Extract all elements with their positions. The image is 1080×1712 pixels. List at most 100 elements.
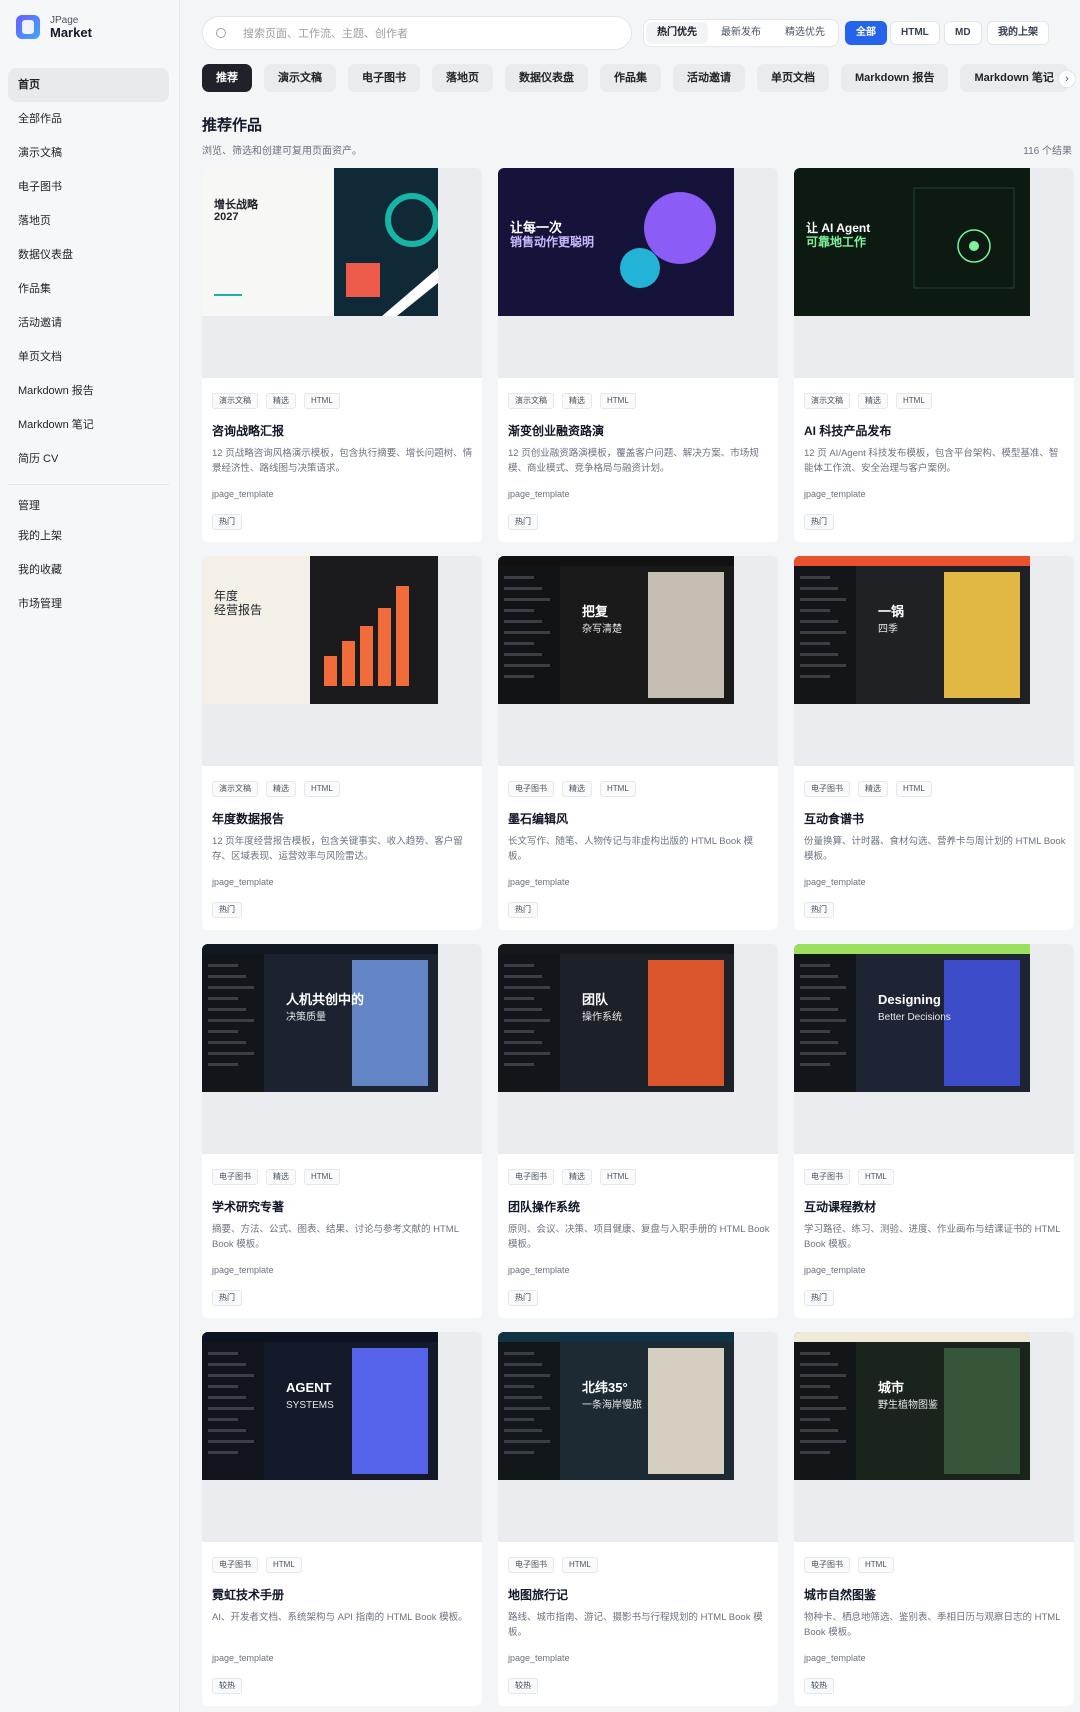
template-card[interactable]: 增长战略 2027 演示文稿 精选 HTML 咨询战略汇报 12 页战略咨询风格演示模板，包… — [202, 168, 482, 542]
card-author[interactable]: jpage_template — [508, 877, 570, 887]
filter-html-button[interactable]: HTML — [890, 21, 940, 45]
filter-md-button[interactable]: MD — [944, 21, 982, 45]
sort-hot-button[interactable]: 热门优先 — [646, 22, 708, 44]
search-input[interactable] — [243, 23, 623, 45]
sidebar-item-dashboards[interactable]: 数据仪表盘 — [8, 238, 169, 272]
chip-portfolio[interactable]: 作品集 — [600, 64, 661, 92]
svg-text:团队: 团队 — [582, 992, 609, 1007]
sidebar-item-all-works[interactable]: 全部作品 — [8, 102, 169, 136]
chip-presentations[interactable]: 演示文稿 — [264, 64, 336, 92]
template-card[interactable]: 团队 操作系统 电子图书 精选 HTML 团队操作系统 原则、会议、决策、项目健康、复盘与入… — [498, 944, 778, 1318]
card-tag: HTML — [562, 1557, 598, 1573]
card-author[interactable]: jpage_template — [508, 1265, 570, 1275]
template-card[interactable]: 城市 野生植物图鉴 电子图书 HTML 城市自然图鉴 物种卡、栖息地筛选、鉴别表、季相日历… — [794, 1332, 1074, 1706]
chip-md-reports[interactable]: Markdown 报告 — [841, 64, 949, 92]
card-badge: 热门 — [804, 514, 834, 530]
card-badge: 热门 — [804, 902, 834, 918]
sidebar: JPage Market 首页 全部作品 演示文稿 电子图书 落地页 数据仪表盘… — [0, 0, 180, 1712]
card-tag: HTML — [304, 781, 340, 797]
sidebar-item-portfolio[interactable]: 作品集 — [8, 272, 169, 306]
card-tag: 电子图书 — [804, 1557, 850, 1573]
template-card[interactable]: 年度 经营报告演示文稿 精选 HTML 年度数据报告 12 页年度经营报告模板，包含关键事… — [202, 556, 482, 930]
card-author[interactable]: jpage_template — [212, 1653, 274, 1663]
card-badge: 较热 — [212, 1678, 242, 1694]
svg-text:增长战略: 增长战略 — [214, 197, 259, 211]
card-tags: 电子图书 HTML — [804, 1169, 894, 1185]
card-badge: 热门 — [508, 902, 538, 918]
card-author[interactable]: jpage_template — [804, 1653, 866, 1663]
card-author[interactable]: jpage_template — [212, 877, 274, 887]
page-subtitle: 浏览、筛选和创建可复用页面资产。 — [202, 146, 362, 157]
sidebar-item-single-docs[interactable]: 单页文档 — [8, 340, 169, 374]
card-preview[interactable]: 让 AI Agent 可靠地工作 — [794, 168, 1074, 378]
template-card[interactable]: 把复 杂写清楚 电子图书 精选 HTML 墨石编辑风 长文写作、随笔、人物传记与非虚构出版的… — [498, 556, 778, 930]
card-desc: 12 页年度经营报告模板，包含关键事实、收入趋势、客户留存、区域表现、运营效率与… — [212, 836, 463, 862]
svg-text:经营报告: 经营报告 — [214, 602, 262, 617]
card-title: 互动课程教材 — [804, 1200, 877, 1214]
sidebar-item-my-listings[interactable]: 我的上架 — [8, 519, 169, 553]
card-preview[interactable]: 让每一次 销售动作更聪明 — [498, 168, 778, 378]
sort-featured-button[interactable]: 精选优先 — [774, 22, 836, 44]
card-author[interactable]: jpage_template — [508, 489, 570, 499]
template-card[interactable]: 北纬35° 一条海岸慢旅 电子图书 HTML 地图旅行记 路线、城市指南、游记、摄影书与行… — [498, 1332, 778, 1706]
chip-single-docs[interactable]: 单页文档 — [757, 64, 829, 92]
chip-ebooks[interactable]: 电子图书 — [348, 64, 420, 92]
card-author[interactable]: jpage_template — [804, 877, 866, 887]
sidebar-item-presentations[interactable]: 演示文稿 — [8, 136, 169, 170]
sidebar-item-market-admin[interactable]: 市场管理 — [8, 587, 169, 621]
card-tags: 演示文稿 精选 HTML — [212, 781, 340, 797]
card-title: 墨石编辑风 — [508, 812, 569, 826]
sidebar-item-my-favorites[interactable]: 我的收藏 — [8, 553, 169, 587]
sidebar-item-home[interactable]: 首页 — [8, 68, 169, 102]
brand[interactable]: JPage Market — [16, 15, 92, 39]
card-preview[interactable]: 把复 杂写清楚 — [498, 556, 778, 766]
card-preview[interactable]: Designing Better Decisions — [794, 944, 1074, 1154]
template-card[interactable]: AGENT SYSTEMS 电子图书 HTML 霓虹技术手册 AI、开发者文档、系统架构与… — [202, 1332, 482, 1706]
card-preview[interactable]: 人机共创中的 决策质量 — [202, 944, 482, 1154]
sort-newest-button[interactable]: 最新发布 — [710, 22, 772, 44]
card-preview[interactable]: 增长战略 2027 — [202, 168, 482, 378]
sidebar-item-md-reports[interactable]: Markdown 报告 — [8, 374, 169, 408]
card-preview[interactable]: 团队 操作系统 — [498, 944, 778, 1154]
card-badge: 热门 — [508, 1290, 538, 1306]
card-title: AI 科技产品发布 — [804, 424, 892, 438]
card-preview[interactable]: 一锅 四季 — [794, 556, 1074, 766]
card-author[interactable]: jpage_template — [804, 1265, 866, 1275]
card-desc: 份量换算、计时器、食材勾选、营养卡与周计划的 HTML Book 模板。 — [804, 836, 1066, 862]
card-badge: 热门 — [212, 514, 242, 530]
chevron-right-icon[interactable]: › — [1058, 70, 1076, 88]
template-card[interactable]: 让每一次 销售动作更聪明 演示文稿 精选 HTML 渐变创业融资路演 12 页创业融资路演模… — [498, 168, 778, 542]
sidebar-item-resume[interactable]: 简历 CV — [8, 442, 169, 476]
chip-invitations[interactable]: 活动邀请 — [673, 64, 745, 92]
template-card[interactable]: 一锅 四季 电子图书 精选 HTML 互动食谱书 份量换算、计时器、食材勾选、营养卡与周计划… — [794, 556, 1074, 930]
card-badge: 热门 — [804, 1290, 834, 1306]
card-author[interactable]: jpage_template — [508, 1653, 570, 1663]
card-desc: AI、开发者文档、系统架构与 API 指南的 HTML Book 模板。 — [212, 1612, 468, 1623]
chip-recommended[interactable]: 推荐 — [202, 64, 252, 92]
card-tag: HTML — [600, 393, 636, 409]
card-thumbnail: 年度 经营报告 — [202, 556, 438, 704]
sidebar-item-md-notes[interactable]: Markdown 笔记 — [8, 408, 169, 442]
card-badge: 热门 — [212, 902, 242, 918]
card-preview[interactable]: 年度 经营报告 — [202, 556, 482, 766]
filter-all-button[interactable]: 全部 — [845, 21, 887, 45]
card-preview[interactable]: 北纬35° 一条海岸慢旅 — [498, 1332, 778, 1542]
card-preview[interactable]: 城市 野生植物图鉴 — [794, 1332, 1074, 1542]
sidebar-item-invitations[interactable]: 活动邀请 — [8, 306, 169, 340]
card-tag: 电子图书 — [212, 1557, 258, 1573]
chip-landing-pages[interactable]: 落地页 — [432, 64, 493, 92]
card-tags: 演示文稿 精选 HTML — [508, 393, 636, 409]
card-preview[interactable]: AGENT SYSTEMS — [202, 1332, 482, 1542]
chip-dashboards[interactable]: 数据仪表盘 — [505, 64, 588, 92]
template-card[interactable]: 让 AI Agent 可靠地工作 演示文稿 精选 HTML AI 科技产品发布 12 页 A… — [794, 168, 1074, 542]
sidebar-item-ebooks[interactable]: 电子图书 — [8, 170, 169, 204]
card-title: 年度数据报告 — [212, 812, 285, 826]
card-author[interactable]: jpage_template — [804, 489, 866, 499]
template-card[interactable]: 人机共创中的 决策质量 电子图书 精选 HTML 学术研究专著 摘要、方法、公式、图表、结果… — [202, 944, 482, 1318]
card-author[interactable]: jpage_template — [212, 489, 274, 499]
filter-my-listings-button[interactable]: 我的上架 — [987, 21, 1049, 45]
chip-md-notes[interactable]: Markdown 笔记 — [960, 64, 1068, 92]
template-card[interactable]: Designing Better Decisions 电子图书 HTML 互动课程教材学… — [794, 944, 1074, 1318]
sidebar-item-landing-pages[interactable]: 落地页 — [8, 204, 169, 238]
card-author[interactable]: jpage_template — [212, 1265, 274, 1275]
